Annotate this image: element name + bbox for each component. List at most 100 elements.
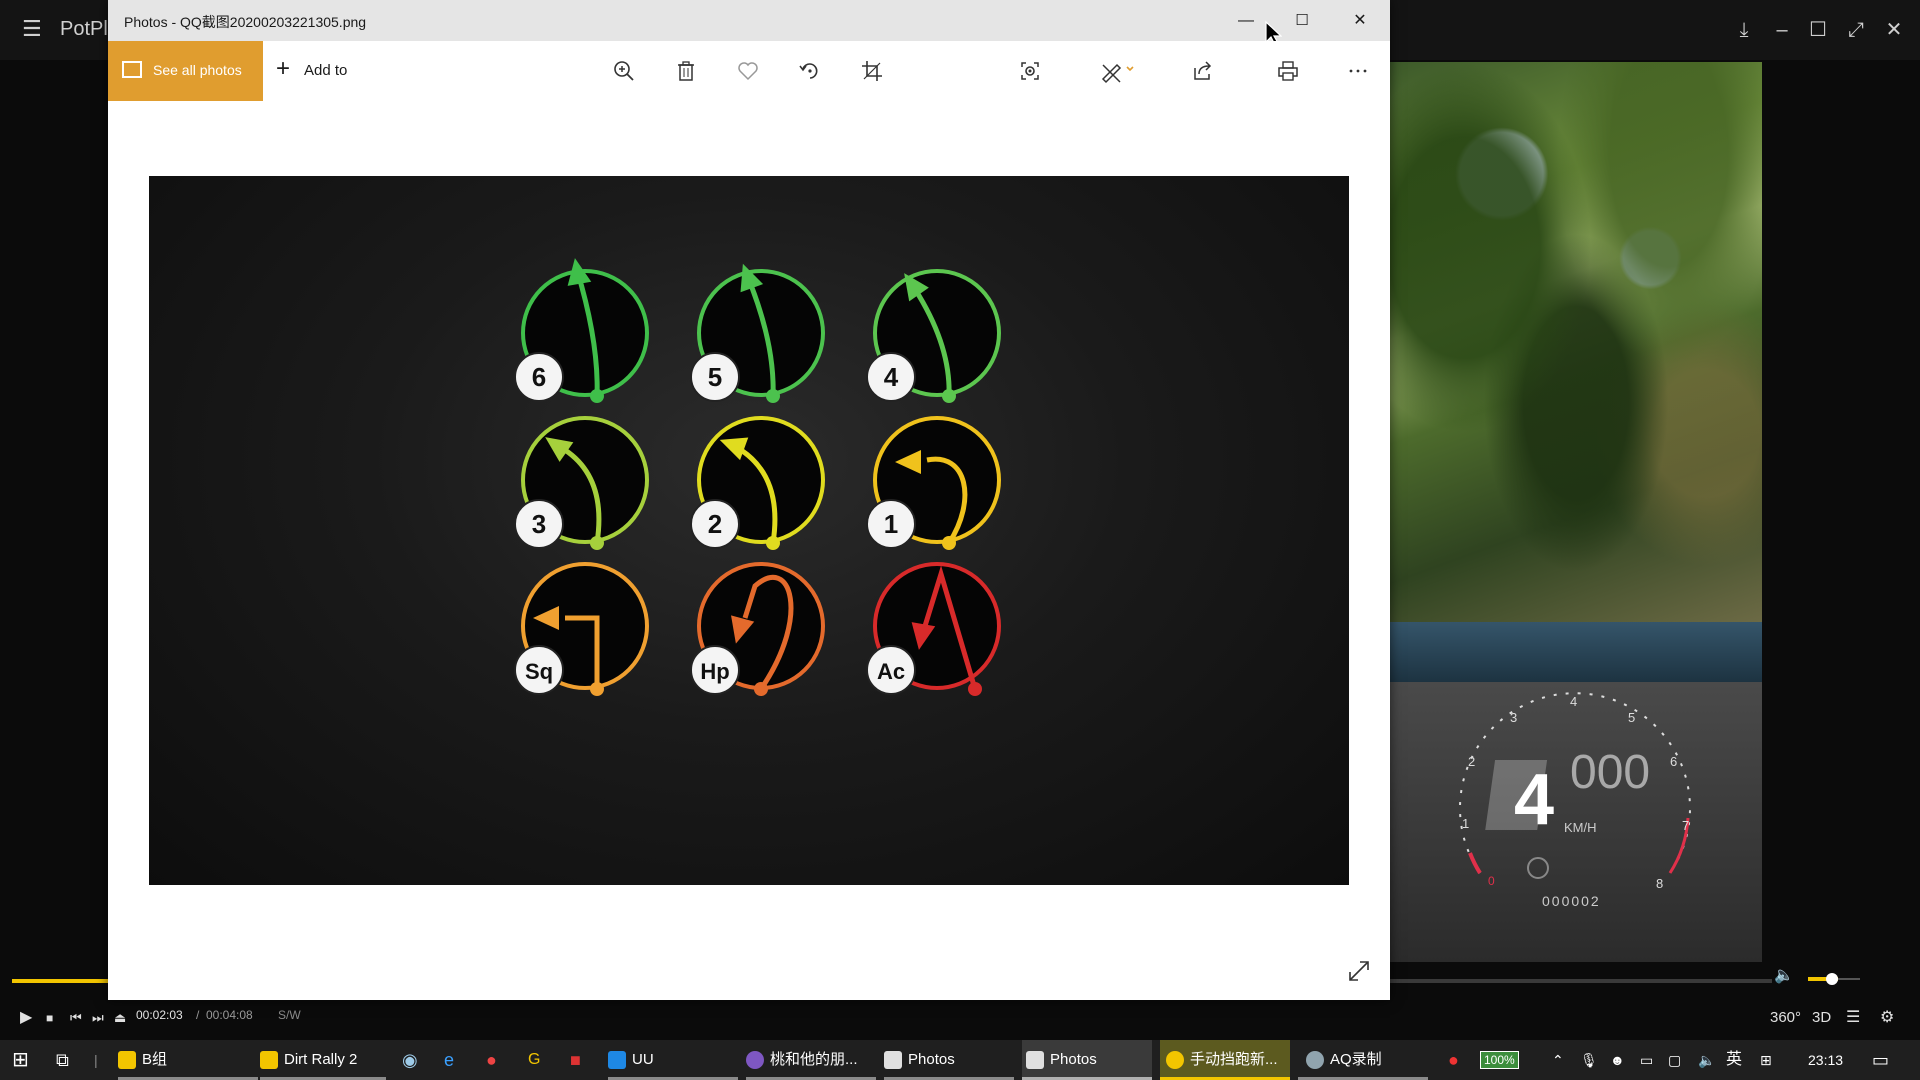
next-icon[interactable]: ⏭ [92, 1006, 104, 1030]
maximize-icon[interactable]: ☐ [1804, 16, 1832, 44]
gear-label: Ac [877, 659, 905, 684]
volume-knob[interactable] [1826, 973, 1838, 985]
rpm-tick-7: 7 [1682, 818, 1689, 833]
keyboard-layout-icon[interactable]: ⊞ [1760, 1040, 1772, 1080]
tray-app-icon[interactable]: ● [1448, 1040, 1459, 1080]
gear-indicator-grid: 6 5 4 3 2 1 Sq Hp Ac [514, 258, 1001, 696]
rpm-tick-5: 5 [1628, 710, 1635, 725]
decoder-mode[interactable]: S/W [278, 1008, 301, 1022]
print-icon[interactable] [1272, 55, 1304, 87]
potplayer-logo: PotPl [60, 18, 108, 40]
more-icon[interactable] [1342, 55, 1374, 87]
app-red-icon[interactable]: ■ [570, 1040, 581, 1080]
photos-icon [884, 1051, 902, 1070]
gear-label: 4 [884, 362, 899, 392]
taskbar-item-photos-2[interactable]: Photos [1022, 1040, 1152, 1080]
close-icon[interactable]: ✕ [1880, 16, 1908, 44]
microphone-icon[interactable]: 🎙 [1580, 1040, 1598, 1080]
crop-icon[interactable] [856, 55, 888, 87]
taskbar-item-aq-record[interactable]: AQ录制 [1298, 1040, 1428, 1080]
chrome-icon[interactable]: ● [486, 1040, 497, 1080]
gear-indicator-3: 3 [514, 416, 649, 550]
taskbar-item-label: Photos [908, 1051, 955, 1068]
gear-indicator-2: 2 [690, 416, 825, 550]
clock[interactable]: 23:13 [1808, 1040, 1843, 1080]
volume-icon[interactable]: 🔈 [1774, 964, 1794, 988]
gear-label: 2 [708, 509, 722, 539]
minimize-icon[interactable]: – [1768, 16, 1796, 44]
window-title: Photos - QQ截图20200203221305.png [124, 14, 367, 30]
battery-status[interactable]: 100% [1480, 1040, 1519, 1080]
photos-icon [1026, 1051, 1044, 1070]
eject-icon[interactable]: ⏏ [114, 1006, 126, 1030]
heart-icon[interactable] [732, 55, 764, 87]
previous-icon[interactable]: ⏮ [70, 1006, 82, 1030]
total-time: 00:04:08 [206, 1008, 253, 1022]
gear-indicator-1: 1 [866, 416, 1001, 550]
record-icon [1306, 1051, 1324, 1070]
hamburger-menu-icon[interactable]: ☰ [22, 18, 50, 40]
ime-language[interactable]: 英 [1726, 1040, 1742, 1080]
photos-window: Photos - QQ截图20200203221305.png — ☐ ✕ Se… [108, 0, 1390, 1000]
notification-icon[interactable]: ▭ [1872, 1040, 1889, 1080]
potplayer-icon [1166, 1051, 1184, 1070]
see-all-photos-button[interactable]: See all photos [108, 41, 263, 101]
pin-icon[interactable]: ⤓ [1730, 16, 1758, 44]
3d-button[interactable]: 3D [1812, 1006, 1831, 1030]
taskbar-item-label: Dirt Rally 2 [284, 1051, 358, 1068]
photos-titlebar[interactable]: Photos - QQ截图20200203221305.png — ☐ ✕ [108, 0, 1390, 46]
close-button[interactable]: ✕ [1332, 0, 1388, 41]
chevron-up-icon[interactable]: ⌃ [1552, 1040, 1564, 1080]
taskbar-item-photos-1[interactable]: Photos [884, 1040, 1014, 1080]
arrow-base-dot [942, 389, 956, 403]
gear-indicator-5: 5 [690, 263, 825, 403]
maximize-button[interactable]: ☐ [1274, 0, 1330, 41]
gear-indicator-sq: Sq [514, 562, 649, 696]
battery-icon[interactable]: ▭ [1640, 1040, 1653, 1080]
app-g-icon[interactable]: G [528, 1040, 540, 1080]
arrow-base-dot [766, 536, 780, 550]
expand-icon[interactable] [1344, 956, 1374, 986]
rpm-tick-0: 0 [1488, 874, 1495, 888]
edit-draw-icon[interactable] [1095, 55, 1139, 87]
windows-taskbar: ⊞ ⧉ | B组 Dirt Rally 2 ◉ e ● G ■ UU 桃和他的朋… [0, 1040, 1920, 1080]
taskbar-item-folder-b[interactable]: B组 [118, 1040, 258, 1080]
taskbar-item-chat[interactable]: 桃和他的朋... [746, 1040, 876, 1080]
360-button[interactable]: 360° [1770, 1006, 1801, 1030]
enhance-icon[interactable] [1014, 55, 1046, 87]
settings-gear-icon[interactable]: ⚙ [1880, 1006, 1894, 1030]
rpm-tick-4: 4 [1570, 694, 1577, 709]
speaker-icon[interactable]: 🔈 [1698, 1040, 1715, 1080]
qq-icon[interactable]: ☻ [1610, 1040, 1625, 1080]
taskbar-item-potplayer[interactable]: 手动挡跑新... [1160, 1040, 1290, 1080]
taskbar-divider: | [94, 1052, 98, 1068]
speed-readout: 000 [1570, 746, 1650, 799]
task-view-icon[interactable]: ⧉ [56, 1040, 69, 1080]
add-to-label: Add to [304, 62, 348, 79]
fullscreen-icon[interactable]: ⤢ [1842, 16, 1870, 44]
gear-label: 1 [884, 509, 898, 539]
delete-icon[interactable] [670, 55, 702, 87]
arrow-base-dot [590, 389, 604, 403]
taskbar-item-dirt-rally[interactable]: Dirt Rally 2 [260, 1040, 386, 1080]
arrow-base-dot [968, 682, 982, 696]
playlist-icon[interactable]: ☰ [1846, 1006, 1860, 1030]
share-icon[interactable] [1186, 55, 1218, 87]
taskbar-item-uu[interactable]: UU [608, 1040, 738, 1080]
volume-track[interactable] [1838, 978, 1860, 980]
network-icon[interactable]: ▢ [1668, 1040, 1681, 1080]
zoom-in-icon[interactable] [608, 55, 640, 87]
speedometer-gauge: 0 1 2 3 4 5 6 7 8 4 000 KM/H 000002 [1459, 692, 1691, 909]
battery-percent: 100% [1480, 1051, 1519, 1069]
windows-start-icon[interactable]: ⊞ [12, 1040, 29, 1080]
arrow-base-dot [766, 389, 780, 403]
stop-icon[interactable]: ■ [46, 1006, 53, 1030]
photo-image[interactable]: 6 5 4 3 2 1 Sq Hp Ac [149, 176, 1349, 885]
rpm-tick-1: 1 [1462, 816, 1469, 831]
odometer: 000002 [1542, 893, 1601, 909]
play-icon[interactable]: ▶ [20, 1006, 32, 1030]
edge-icon[interactable]: e [444, 1040, 454, 1080]
steam-icon[interactable]: ◉ [402, 1040, 418, 1080]
rotate-icon[interactable] [794, 55, 826, 87]
gear-label: Hp [700, 659, 729, 684]
